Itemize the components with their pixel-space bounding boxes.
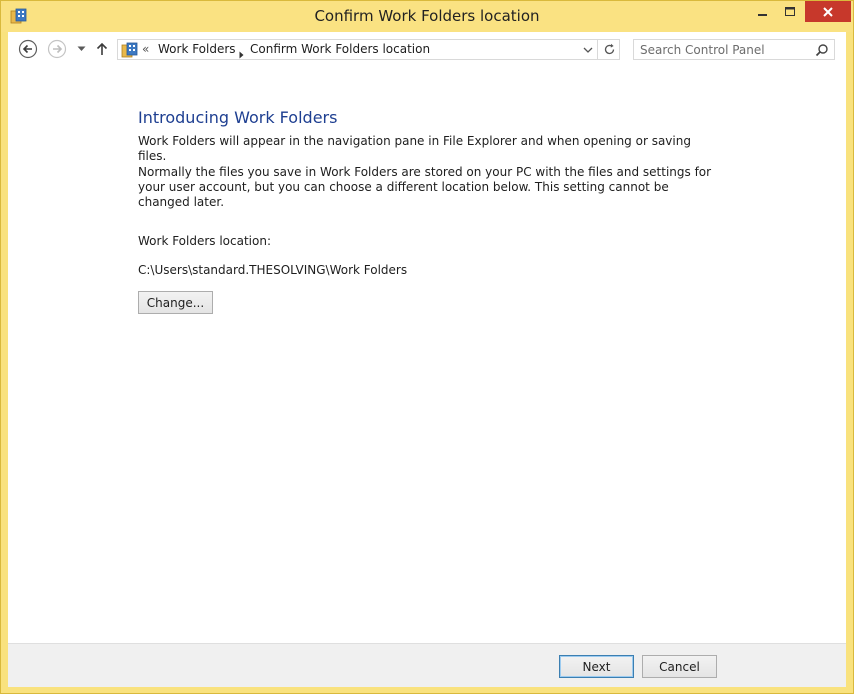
next-button[interactable]: Next [559,655,634,678]
change-location-button[interactable]: Change... [138,291,213,314]
address-history-button[interactable] [579,40,597,59]
maximize-button[interactable] [777,1,804,23]
chevron-down-icon [583,47,593,53]
chevron-down-icon [77,46,85,51]
search-input[interactable] [640,42,810,57]
window-title: Confirm Work Folders location [314,7,540,25]
close-icon [823,6,833,17]
close-button[interactable] [805,1,851,22]
minimize-button[interactable] [749,1,776,23]
breadcrumb-overflow[interactable]: « [142,42,149,56]
address-bar[interactable]: « Work Folders Confirm Work Folders loca… [117,39,620,60]
chevron-right-icon[interactable] [239,46,244,64]
location-label: Work Folders location: [138,234,272,248]
breadcrumb-work-folders[interactable]: Work Folders [158,42,236,56]
location-description: Normally the files you save in Work Fold… [138,165,712,209]
main-content: Introducing Work Folders Work Folders wi… [8,69,846,643]
title-bar[interactable]: Confirm Work Folders location [1,1,853,32]
refresh-icon [604,43,614,55]
navigation-toolbar: « Work Folders Confirm Work Folders loca… [8,32,846,69]
up-button[interactable] [94,38,110,60]
window: Confirm Work Folders location « Work Fol… [0,0,854,694]
search-icon[interactable] [815,43,829,57]
forward-button[interactable] [46,38,68,60]
intro-text: Work Folders will appear in the navigati… [138,134,691,163]
back-button[interactable] [17,38,39,60]
back-arrow-icon [18,39,38,59]
dialog-footer: Next Cancel [8,643,846,687]
recent-locations-button[interactable] [74,38,88,60]
up-arrow-icon [96,42,108,55]
maximize-icon [785,7,795,16]
forward-arrow-icon [47,39,67,59]
search-box[interactable] [633,39,835,60]
work-folders-icon [121,42,138,58]
minimize-icon [757,14,767,16]
page-title: Introducing Work Folders [138,108,338,127]
cancel-button[interactable]: Cancel [642,655,717,678]
location-value: C:\Users\standard.THESOLVING\Work Folder… [138,263,408,277]
breadcrumb-confirm-location[interactable]: Confirm Work Folders location [250,42,430,56]
refresh-button[interactable] [597,40,620,59]
